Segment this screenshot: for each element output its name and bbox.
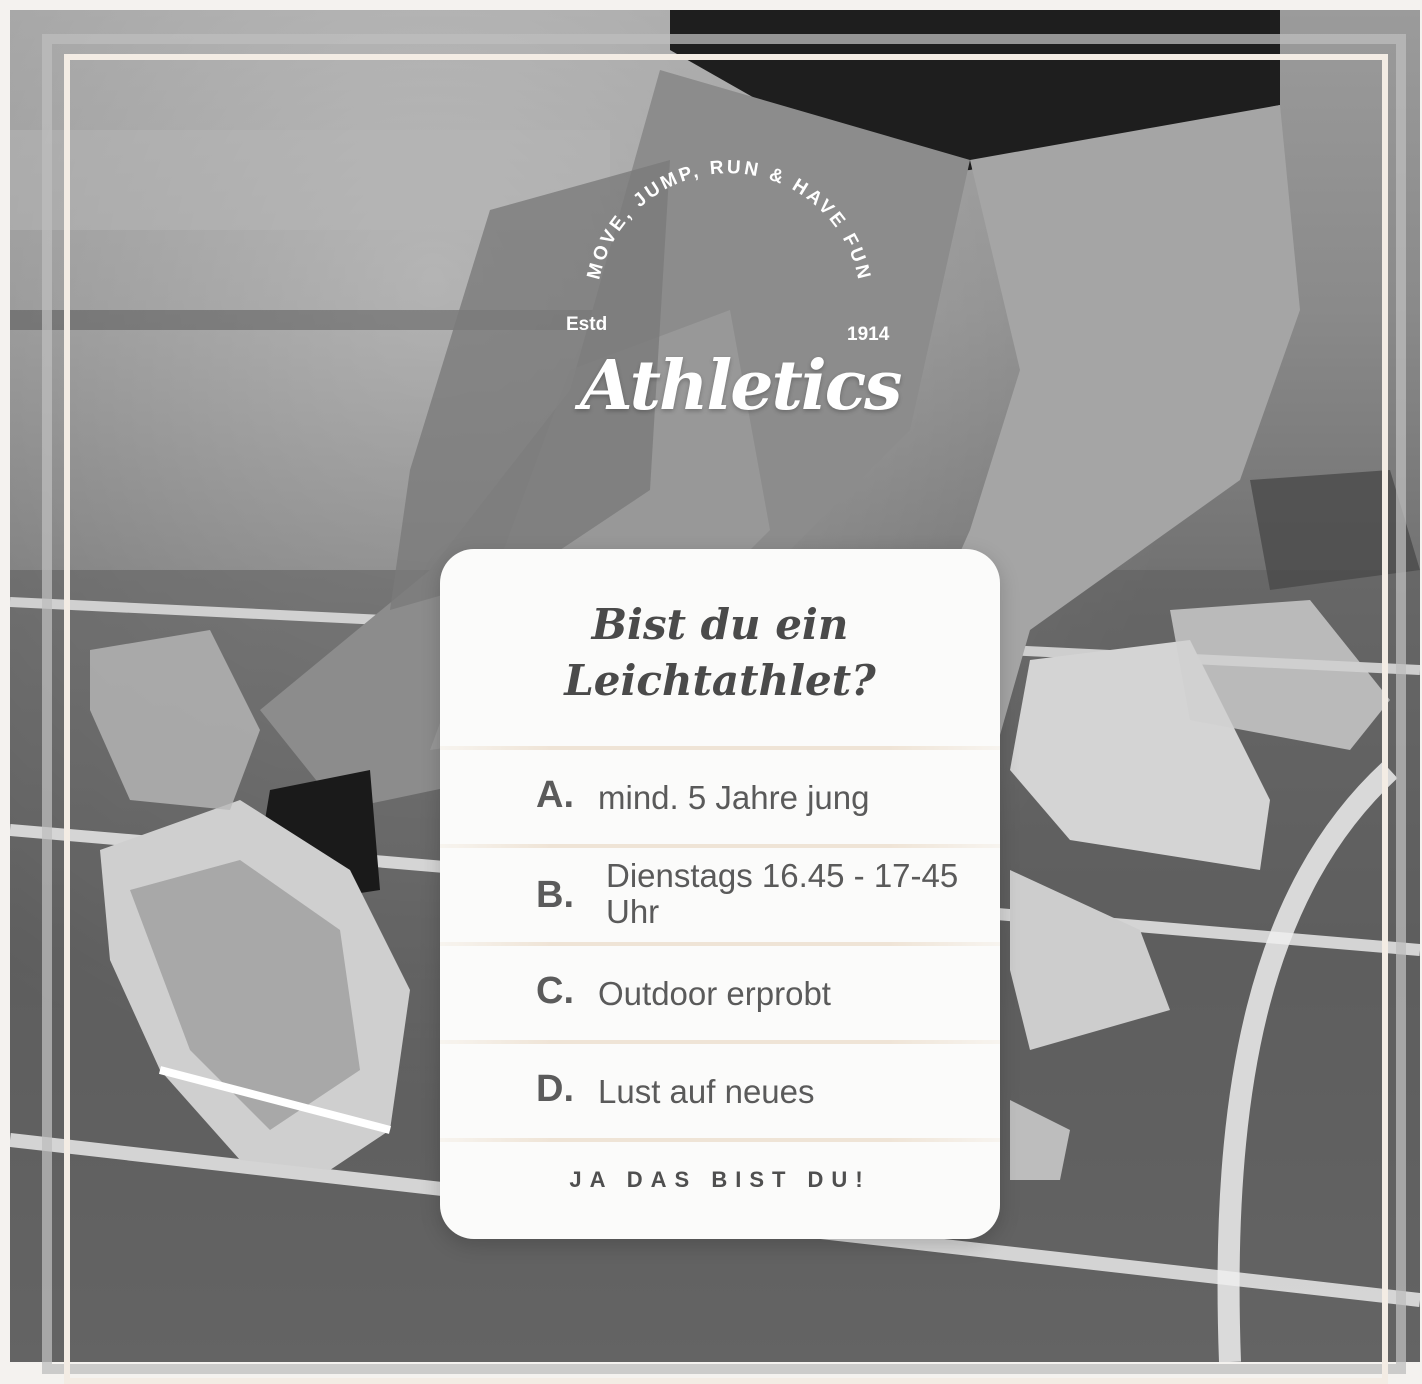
card-cta: JA DAS BIST DU! — [569, 1167, 871, 1192]
logo-slogan: MOVE, JUMP, RUN & HAVE FUN — [583, 157, 874, 284]
divider — [440, 1040, 1000, 1044]
option-letter: A. — [536, 774, 574, 816]
option-text: Dienstags 16.45 - 17-45 Uhr — [606, 857, 959, 930]
logo-estd-label: Estd — [566, 314, 608, 335]
quiz-card: Bist du ein Leichtathlet? A. mind. 5 Jah… — [440, 549, 1000, 1239]
option-text: Outdoor erprobt — [598, 975, 831, 1012]
card-title-line-2: Leichtathlet? — [564, 656, 876, 705]
card-title-line-1: Bist du ein — [591, 600, 849, 649]
option-letter: D. — [536, 1068, 574, 1110]
divider — [440, 942, 1000, 946]
card-title: Bist du ein Leichtathlet? — [440, 597, 1000, 709]
option-c: C. Outdoor erprobt — [440, 948, 1000, 1040]
divider — [440, 746, 1000, 750]
athletics-logo: MOVE, JUMP, RUN & HAVE FUN Estd 1914 Ath… — [540, 140, 920, 440]
divider — [440, 1138, 1000, 1142]
logo-year: 1914 — [847, 324, 890, 345]
option-text: Lust auf neues — [598, 1073, 815, 1110]
option-letter: B. — [536, 874, 574, 916]
option-letter: C. — [536, 970, 574, 1012]
option-a: A. mind. 5 Jahre jung — [440, 752, 1000, 844]
logo-wordmark: Athletics — [580, 346, 902, 426]
option-text: mind. 5 Jahre jung — [598, 779, 870, 816]
option-b: B. Dienstags 16.45 - 17-45 Uhr — [440, 850, 1000, 942]
option-d: D. Lust auf neues — [440, 1046, 1000, 1138]
divider — [440, 844, 1000, 848]
